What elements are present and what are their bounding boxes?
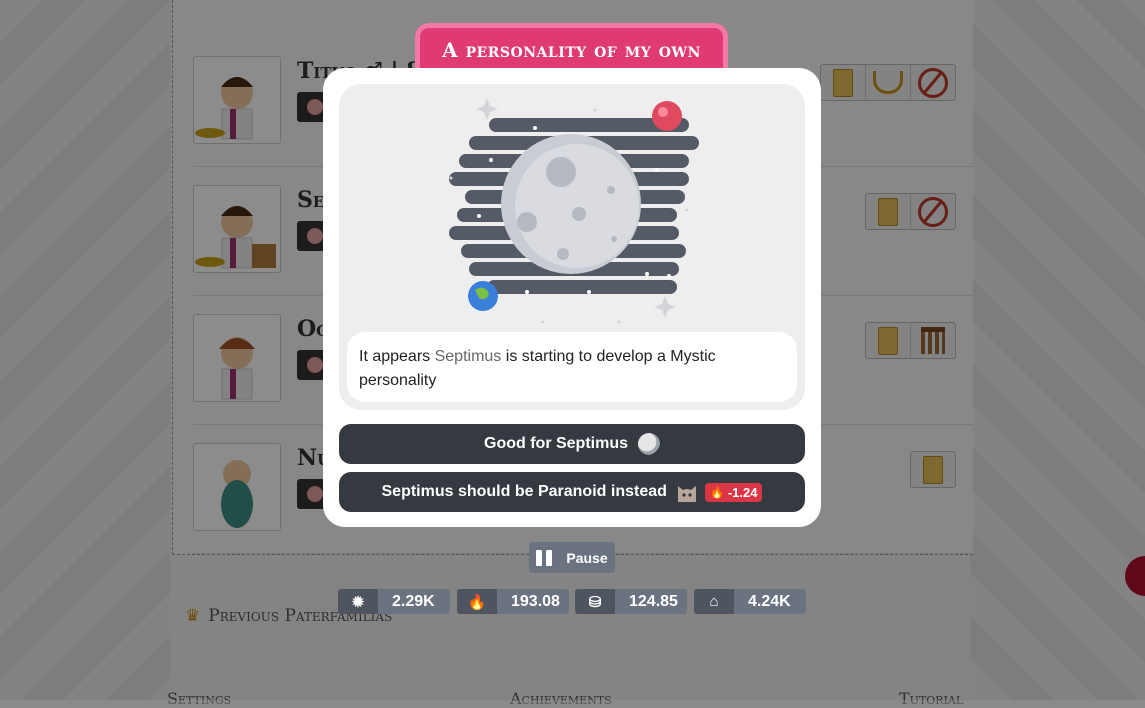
accept-personality-button[interactable]: Good for Septimus — [339, 424, 805, 464]
pause-button[interactable]: Pause — [529, 542, 615, 573]
personality-modal: It appears Septimus is starting to devel… — [323, 68, 821, 527]
resource-value: 124.85 — [629, 592, 678, 610]
accept-label: Good for Septimus — [484, 435, 628, 452]
message-prefix: It appears — [359, 348, 431, 365]
resource-coins[interactable]: ⛁ 124.85 — [575, 589, 687, 614]
resource-sun[interactable]: ✹ 2.29K — [338, 589, 450, 614]
mystic-trait-icon — [638, 433, 660, 455]
alternative-label: Septimus should be Paranoid instead — [381, 483, 667, 500]
resource-value: 193.08 — [511, 592, 560, 610]
flame-icon: 🔥 — [457, 589, 497, 614]
resource-flame[interactable]: 🔥 193.08 — [457, 589, 569, 614]
message-text: It appears Septimus is starting to devel… — [347, 332, 797, 402]
resource-house[interactable]: ⌂ 4.24K — [694, 589, 806, 614]
pause-icon — [536, 549, 553, 566]
sun-icon: ✹ — [338, 589, 378, 614]
flame-icon: 🔥 — [709, 485, 725, 499]
resource-value: 4.24K — [748, 592, 791, 610]
choose-paranoid-button[interactable]: Septimus should be Paranoid instead 🔥 -1… — [339, 472, 805, 512]
mystic-moon-illustration — [449, 98, 699, 324]
house-icon: ⌂ — [694, 589, 734, 614]
cost-value: -1.24 — [727, 484, 758, 500]
paranoid-cat-icon — [675, 480, 699, 504]
resource-value: 2.29K — [392, 592, 435, 610]
modal-title: A personality of my own — [442, 38, 701, 62]
modal-content: It appears Septimus is starting to devel… — [339, 84, 805, 410]
character-name: Septimus — [434, 348, 502, 365]
pause-label: Pause — [566, 549, 608, 566]
coins-icon: ⛁ — [575, 589, 615, 614]
cost-badge: 🔥 -1.24 — [704, 482, 763, 502]
